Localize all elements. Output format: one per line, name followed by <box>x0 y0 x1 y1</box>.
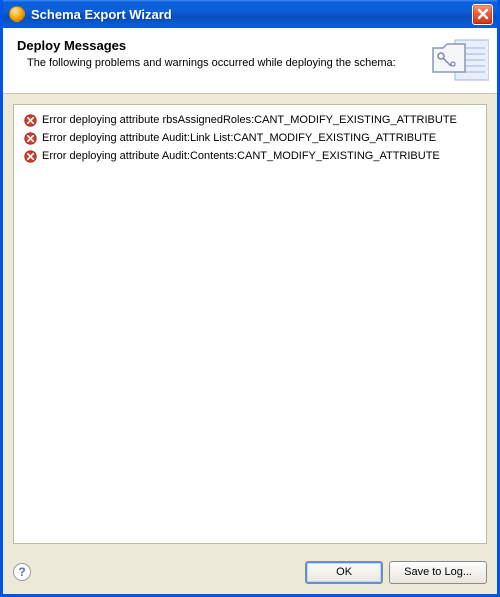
message-row[interactable]: Error deploying attribute Audit:Link Lis… <box>24 131 476 146</box>
page-title: Deploy Messages <box>17 38 483 53</box>
error-icon <box>24 150 37 163</box>
window-title: Schema Export Wizard <box>31 7 472 22</box>
error-icon <box>24 114 37 127</box>
close-icon <box>477 8 489 20</box>
save-to-log-button[interactable]: Save to Log... <box>389 561 487 584</box>
error-icon <box>24 132 37 145</box>
titlebar[interactable]: Schema Export Wizard <box>3 0 497 28</box>
dialog-window: Schema Export Wizard Deploy Messages The… <box>0 0 500 597</box>
message-text: Error deploying attribute rbsAssignedRol… <box>42 113 476 128</box>
ok-button[interactable]: OK <box>305 561 383 584</box>
header-pane: Deploy Messages The following problems a… <box>3 28 497 94</box>
content-area: Error deploying attribute rbsAssignedRol… <box>3 94 497 550</box>
dialog-footer: ? OK Save to Log... <box>3 550 497 594</box>
close-button[interactable] <box>472 4 493 25</box>
schema-folder-icon <box>431 34 489 84</box>
page-subtitle: The following problems and warnings occu… <box>17 57 483 69</box>
message-text: Error deploying attribute Audit:Contents… <box>42 149 476 164</box>
message-row[interactable]: Error deploying attribute rbsAssignedRol… <box>24 113 476 128</box>
app-icon <box>9 6 25 22</box>
help-icon: ? <box>18 565 25 579</box>
messages-list[interactable]: Error deploying attribute rbsAssignedRol… <box>13 104 487 544</box>
message-text: Error deploying attribute Audit:Link Lis… <box>42 131 476 146</box>
help-button[interactable]: ? <box>13 563 31 581</box>
message-row[interactable]: Error deploying attribute Audit:Contents… <box>24 149 476 164</box>
